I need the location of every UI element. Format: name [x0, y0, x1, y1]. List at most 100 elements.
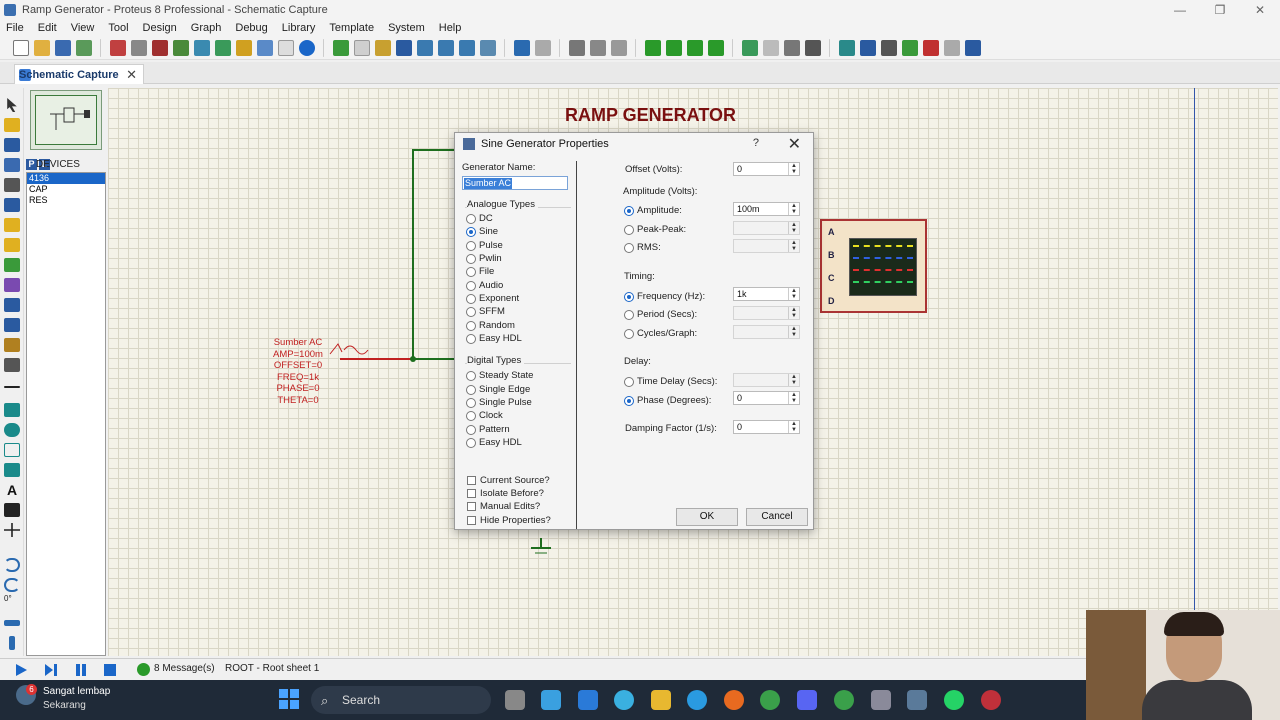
radio-pulse[interactable]: Pulse	[466, 240, 503, 251]
radio-sine[interactable]: Sine	[466, 226, 498, 237]
junction-dot-icon[interactable]	[4, 138, 20, 152]
wire[interactable]	[412, 149, 456, 151]
generator-name-input[interactable]: Sumber AC	[462, 176, 568, 190]
home-icon[interactable]	[110, 39, 126, 56]
menu-view[interactable]: View	[71, 22, 95, 34]
design-explorer-icon[interactable]	[194, 39, 210, 56]
radio-pattern[interactable]: Pattern	[466, 424, 510, 435]
radio-period[interactable]: Period (Secs):	[624, 309, 697, 320]
discord-icon[interactable]	[797, 690, 817, 710]
edge-icon[interactable]	[687, 690, 707, 710]
close-dialog-icon[interactable]: ✕	[788, 134, 801, 154]
make-device-icon[interactable]	[763, 39, 779, 56]
menu-edit[interactable]: Edit	[38, 22, 57, 34]
menu-tool[interactable]: Tool	[108, 22, 128, 34]
mirror-horizontal-icon[interactable]	[4, 620, 20, 626]
grid-icon[interactable]	[354, 39, 370, 56]
wire-autorouter-icon[interactable]	[839, 39, 855, 56]
edge-dev-icon[interactable]	[614, 690, 634, 710]
radio-exponent[interactable]: Exponent	[466, 293, 519, 304]
menu-help[interactable]: Help	[439, 22, 462, 34]
netlist-icon[interactable]	[965, 39, 981, 56]
zoom-in-icon[interactable]	[417, 39, 433, 56]
amplitude-spinbox[interactable]: 100m ▲ ▼	[733, 202, 800, 216]
frequency-spinbox[interactable]: 1k ▲ ▼	[733, 287, 800, 301]
damping-factor-spinbox[interactable]: 0 ▲ ▼	[733, 420, 800, 434]
selection-mode-icon[interactable]	[7, 98, 17, 112]
zoom-out-icon[interactable]	[438, 39, 454, 56]
copilot-icon[interactable]	[541, 690, 561, 710]
import-icon[interactable]	[76, 39, 92, 56]
gerber-icon[interactable]	[173, 39, 189, 56]
cut-icon[interactable]	[569, 39, 585, 56]
spin-arrows-icon[interactable]: ▲ ▼	[788, 203, 799, 215]
copy-icon[interactable]	[590, 39, 606, 56]
radio-peak-peak[interactable]: Peak-Peak:	[624, 224, 686, 235]
schematic-icon[interactable]	[131, 39, 147, 56]
wire-label-icon[interactable]	[4, 158, 20, 172]
search-tag-icon[interactable]	[860, 39, 876, 56]
device-item[interactable]: RES	[27, 195, 105, 206]
pcb-icon[interactable]	[152, 39, 168, 56]
device-pins-icon[interactable]	[4, 258, 20, 272]
device-item[interactable]: 4136	[27, 173, 105, 184]
radio-time-delay[interactable]: Time Delay (Secs):	[624, 376, 717, 387]
tab-schematic-capture[interactable]: Schematic Capture ✕	[14, 64, 144, 84]
close-window-button[interactable]: ✕	[1240, 0, 1280, 20]
path-tool-icon[interactable]	[4, 463, 20, 477]
task-view-icon[interactable]	[505, 690, 525, 710]
paste-icon[interactable]	[611, 39, 627, 56]
circle-tool-icon[interactable]	[4, 423, 20, 437]
menu-graph[interactable]: Graph	[191, 22, 222, 34]
help-icon[interactable]	[299, 39, 315, 56]
ok-button[interactable]: OK	[676, 508, 738, 526]
open-folder-icon[interactable]	[34, 39, 50, 56]
chrome-profile-icon[interactable]	[834, 690, 854, 710]
terminals-icon[interactable]	[4, 238, 20, 252]
remove-sheet-icon[interactable]	[923, 39, 939, 56]
symbol-tool-icon[interactable]	[4, 503, 20, 517]
radio-easy-hdl-analogue[interactable]: Easy HDL	[466, 333, 522, 344]
step-icon[interactable]	[44, 663, 58, 677]
new-sheet-icon[interactable]	[902, 39, 918, 56]
help-button[interactable]: ?	[753, 137, 759, 149]
subcircuit-icon[interactable]	[4, 218, 20, 232]
menu-system[interactable]: System	[388, 22, 425, 34]
radio-pwlin[interactable]: Pwlin	[466, 253, 502, 264]
chrome-icon[interactable]	[760, 690, 780, 710]
pan-icon[interactable]	[396, 39, 412, 56]
device-item[interactable]: CAP	[27, 184, 105, 195]
spin-arrows-icon[interactable]: ▲ ▼	[788, 163, 799, 175]
radio-easy-hdl-digital[interactable]: Easy HDL	[466, 437, 522, 448]
menu-design[interactable]: Design	[143, 22, 177, 34]
redo-icon[interactable]	[535, 39, 551, 56]
block-move-icon[interactable]	[666, 39, 682, 56]
radio-single-edge[interactable]: Single Edge	[466, 384, 530, 395]
pause-icon[interactable]	[74, 663, 88, 677]
messages-icon[interactable]	[137, 663, 150, 676]
bom-icon[interactable]	[215, 39, 231, 56]
spin-arrows-icon[interactable]: ▲ ▼	[788, 392, 799, 404]
oscilloscope[interactable]: A B C D	[820, 219, 927, 313]
messages-count[interactable]: 8 Message(s)	[154, 663, 215, 674]
stop-icon[interactable]	[103, 663, 117, 677]
mirror-vertical-icon[interactable]	[9, 636, 15, 650]
new-file-icon[interactable]	[13, 39, 29, 56]
radio-dc[interactable]: DC	[466, 213, 493, 224]
decompose-icon[interactable]	[805, 39, 821, 56]
origin-icon[interactable]	[375, 39, 391, 56]
radio-phase[interactable]: Phase (Degrees):	[624, 395, 711, 406]
radio-frequency[interactable]: Frequency (Hz):	[624, 291, 705, 302]
current-source-checkbox[interactable]: Current Source?	[467, 475, 550, 486]
isolate-before-checkbox[interactable]: Isolate Before?	[467, 488, 544, 499]
app-icon[interactable]	[981, 690, 1001, 710]
windows-start-icon[interactable]	[279, 689, 299, 709]
zoom-all-icon[interactable]	[459, 39, 475, 56]
text-tool-icon[interactable]: A	[4, 483, 20, 497]
graph-icon[interactable]	[4, 278, 20, 292]
ground-symbol-icon[interactable]	[530, 538, 552, 560]
whatsapp-icon[interactable]	[944, 690, 964, 710]
wire[interactable]	[412, 358, 456, 360]
radio-clock[interactable]: Clock	[466, 410, 503, 421]
restore-button[interactable]: ❐	[1200, 0, 1240, 20]
